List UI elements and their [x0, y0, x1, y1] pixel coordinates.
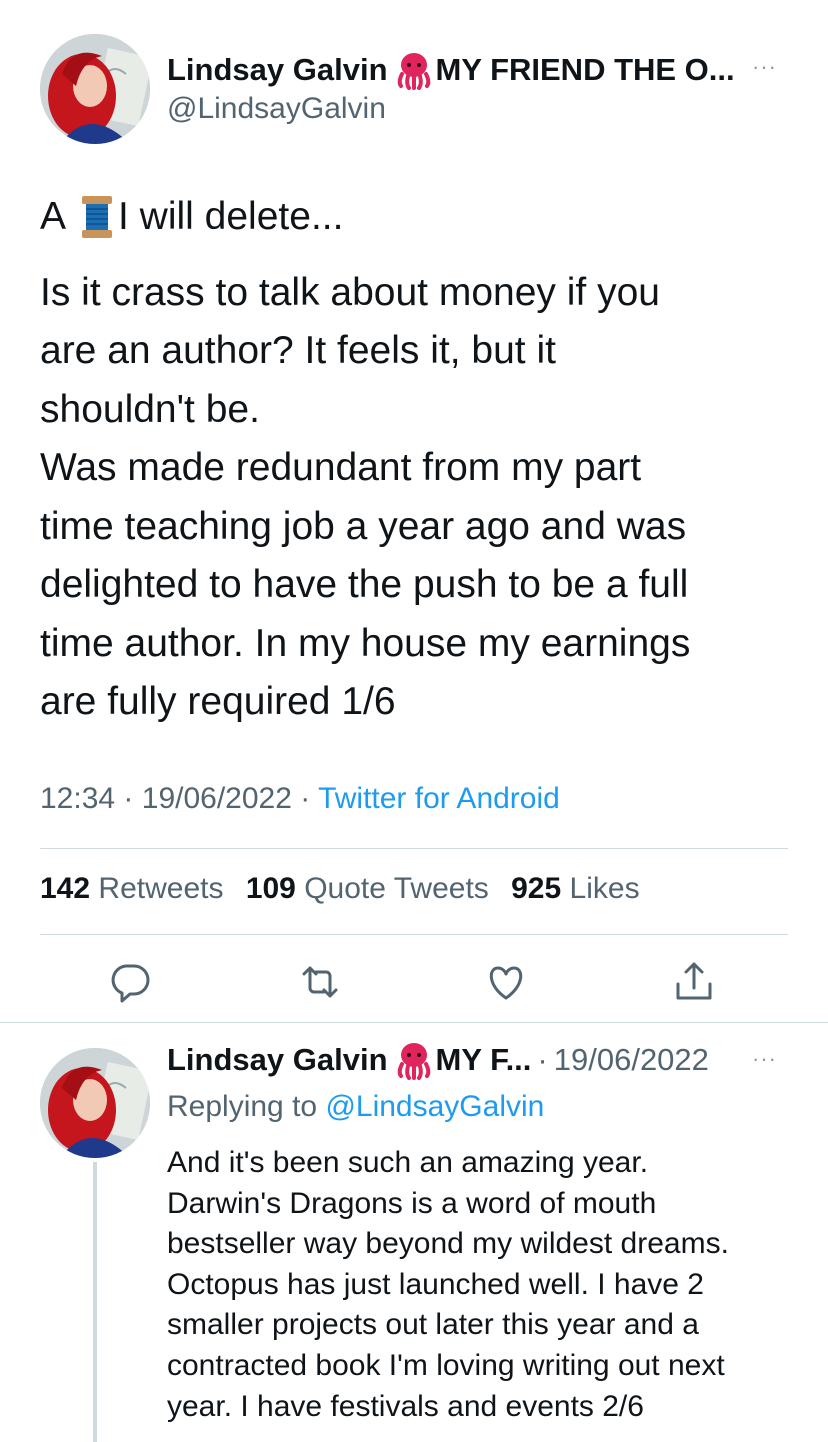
thread-spool-icon: [80, 194, 114, 240]
tweet-line: are an author? It feels it, but it: [40, 329, 556, 372]
tweet-line: Is it crass to talk about money if you: [40, 270, 660, 314]
tweet-line: time author. In my house my earnings: [40, 621, 691, 665]
retweet-icon[interactable]: [298, 960, 342, 1004]
octopus-icon: [394, 50, 434, 90]
author-name[interactable]: Lindsay Galvin: [167, 52, 388, 88]
reply-icon[interactable]: [108, 960, 152, 1004]
tweet-source-link[interactable]: Twitter for Android: [318, 782, 560, 815]
share-icon[interactable]: [672, 960, 716, 1004]
likes-label: Likes: [569, 872, 640, 905]
octopus-icon: [394, 1040, 434, 1080]
tweet-meta: 12:34 · 19/06/2022 · Twitter for Android: [40, 782, 560, 816]
meta-separator: ·: [123, 782, 134, 815]
tweet-line: are fully required 1/6: [40, 680, 396, 723]
reply-line: bestseller way beyond my wildest dreams.: [167, 1227, 729, 1261]
meta-separator: ·: [537, 1042, 548, 1077]
thread-prefix: A: [40, 195, 67, 238]
quotes-count: 109: [245, 872, 296, 905]
tweet-line: Was made redundant from my part: [40, 446, 642, 489]
reply-line: contracted book I'm loving writing out n…: [167, 1348, 725, 1382]
divider: [40, 934, 788, 935]
reply-line: year. I have festivals and events 2/6: [167, 1389, 644, 1423]
tweet-line: shouldn't be.: [40, 387, 260, 431]
reply-author-row[interactable]: Lindsay Galvin MY F... · 19/06/2022: [167, 1040, 709, 1080]
tweet-text: A I will delete... Is it crass to talk a…: [40, 188, 800, 732]
tweet-time: 12:34: [40, 782, 116, 815]
quotes-label: Quote Tweets: [304, 872, 489, 905]
replying-to: Replying to @LindsayGalvin: [167, 1090, 544, 1124]
quotes-stat[interactable]: 109 Quote Tweets: [246, 872, 489, 905]
thread-intro: A I will delete...: [40, 188, 800, 247]
reply-line: Octopus has just launched well. I have 2: [167, 1267, 704, 1301]
reply-author-suffix: MY F...: [435, 1042, 532, 1077]
reply-line: smaller projects out later this year and…: [167, 1308, 699, 1342]
tweet-date: 19/06/2022: [141, 782, 292, 815]
reply-line: Darwin's Dragons is a word of mouth: [167, 1186, 657, 1220]
like-icon[interactable]: [484, 960, 528, 1004]
divider: [0, 1022, 828, 1023]
likes-count: 925: [511, 872, 562, 905]
retweets-label: Retweets: [98, 872, 224, 905]
author-handle[interactable]: @LindsayGalvin: [167, 92, 386, 126]
reply-date[interactable]: 19/06/2022: [554, 1042, 709, 1078]
reply-line: And it's been such an amazing year.: [167, 1146, 649, 1179]
tweet-line: time teaching job a year ago and was: [40, 504, 687, 548]
reply-more-options-icon[interactable]: ···: [752, 1046, 777, 1072]
replying-label: Replying to: [167, 1090, 318, 1123]
reply-avatar[interactable]: [40, 1048, 150, 1158]
action-bar: [0, 960, 828, 1010]
more-options-icon[interactable]: ···: [752, 54, 777, 80]
meta-separator: ·: [300, 782, 311, 815]
tweet-line: delighted to have the push to be a full: [40, 563, 689, 606]
replying-handle-link[interactable]: @LindsayGalvin: [325, 1090, 544, 1123]
reply-text: And it's been such an amazing year. Darw…: [167, 1143, 807, 1427]
likes-stat[interactable]: 925 Likes: [511, 872, 639, 905]
retweets-count: 142: [40, 872, 91, 905]
avatar[interactable]: [40, 34, 150, 144]
thread-connector-line: [93, 1162, 97, 1442]
author-name-row[interactable]: Lindsay Galvin MY FRIEND THE O...: [167, 50, 735, 90]
author-name-suffix: MY FRIEND THE O...: [435, 52, 735, 87]
divider: [40, 848, 788, 849]
tweet-stats: 142 Retweets 109 Quote Tweets 925 Likes: [40, 872, 640, 906]
thread-suffix: I will delete...: [118, 195, 344, 238]
reply-author-name[interactable]: Lindsay Galvin: [167, 1042, 388, 1078]
retweets-stat[interactable]: 142 Retweets: [40, 872, 223, 905]
